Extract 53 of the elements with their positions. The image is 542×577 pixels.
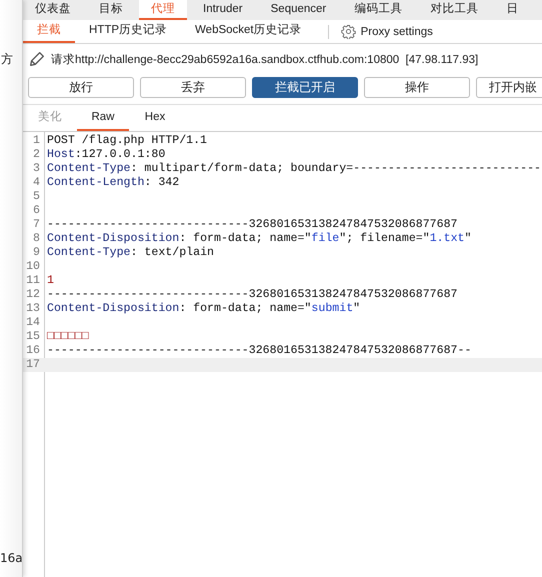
- line-number: 10: [25, 260, 40, 274]
- tab[interactable]: WebSocket历史记录: [181, 20, 316, 43]
- proxy-settings-button[interactable]: Proxy settings: [340, 24, 433, 39]
- action-button[interactable]: 丢弃: [140, 77, 246, 98]
- line-number: 3: [32, 162, 40, 176]
- code-line: 1: [47, 274, 54, 288]
- code-line: Content-Length: 342: [47, 176, 180, 190]
- code-line: -----------------------------326801653138247847532086877687: [47, 288, 458, 302]
- line-number: 17: [25, 358, 40, 372]
- tab[interactable]: 代理: [139, 0, 187, 20]
- pencil-icon[interactable]: [28, 50, 46, 68]
- line-number: 2: [32, 148, 40, 162]
- line-number: 5: [32, 190, 40, 204]
- line-number: 8: [32, 232, 40, 246]
- tab[interactable]: 日: [494, 0, 530, 20]
- line-number: 15: [25, 330, 40, 344]
- code-line: Content-Type: multipart/form-data; boundary=---------------------------: [47, 162, 541, 176]
- line-number: 7: [32, 218, 40, 232]
- action-button[interactable]: 拦截已开启: [252, 77, 358, 98]
- tab[interactable]: Hex: [129, 106, 181, 131]
- request-url: 请求http://challenge-8ecc29ab6592a16a.sandbox.ctfhub.com:10800 [47.98.117.93]: [51, 52, 478, 66]
- tab[interactable]: 对比工具: [418, 0, 490, 20]
- code-line: Content-Type: text/plain: [47, 246, 214, 260]
- line-number: 16: [25, 344, 40, 358]
- line-number: 4: [32, 176, 40, 190]
- line-number: 6: [32, 204, 40, 218]
- window-text: 方: [1, 51, 13, 68]
- request-editor[interactable]: [23, 132, 542, 577]
- code-line: -----------------------------326801653138247847532086877687--: [47, 344, 472, 358]
- line-number: 11: [25, 274, 40, 288]
- line-number: 13: [25, 302, 40, 316]
- tab[interactable]: Sequencer: [258, 0, 338, 20]
- tab[interactable]: Intruder: [191, 0, 255, 20]
- code-line: □□□□□□: [47, 330, 89, 344]
- tab[interactable]: 拦截: [23, 20, 75, 43]
- tab[interactable]: 仪表盘: [23, 0, 83, 20]
- action-button[interactable]: 打开内嵌: [476, 77, 542, 98]
- code-line: Host:127.0.0.1:80: [47, 148, 166, 162]
- settings-icon: [340, 24, 356, 39]
- action-button[interactable]: 放行: [28, 77, 134, 98]
- tab[interactable]: 目标: [87, 0, 135, 20]
- window-text: 16a: [0, 551, 22, 565]
- line-number: 12: [25, 288, 40, 302]
- code-line: Content-Disposition: form-data; name="submit": [47, 302, 360, 316]
- line-number: 1: [32, 134, 40, 148]
- tab[interactable]: 编码工具: [342, 0, 414, 20]
- line-number: 14: [25, 316, 40, 330]
- line-number: 9: [32, 246, 40, 260]
- code-line: POST /flag.php HTTP/1.1: [47, 134, 208, 148]
- action-button[interactable]: 操作: [364, 77, 470, 98]
- code-line: -----------------------------326801653138247847532086877687: [47, 218, 458, 232]
- tab[interactable]: HTTP历史记录: [75, 20, 182, 43]
- code-line: Content-Disposition: form-data; name="file"; filename="1.txt": [47, 232, 472, 246]
